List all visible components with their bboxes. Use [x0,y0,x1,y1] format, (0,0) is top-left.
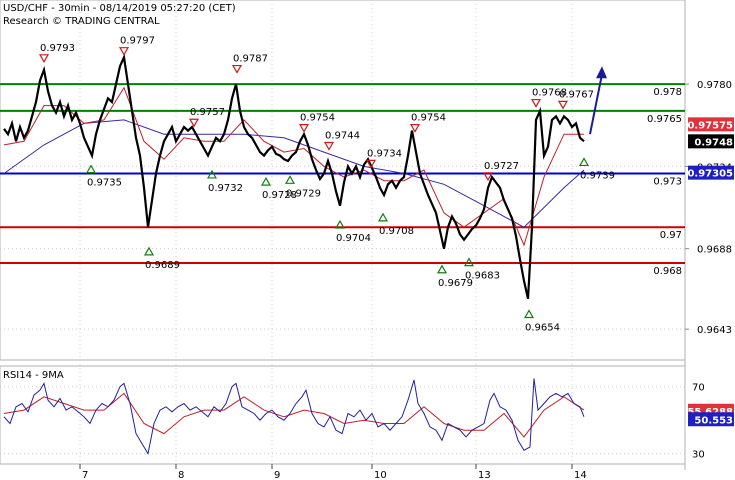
rsi-panel-title: RSI14 - 9MA [3,370,64,381]
support-label: 0.9739 [580,170,615,181]
x-tick-label: 9 [274,470,280,480]
usdchf-chart: 0.978 0.9765 0.973 0.97 0.968 0.9793 0.9797 0.… [0,0,734,480]
main-price-tag-label: 0.97305 [687,169,733,180]
support-label: 0.9708 [379,226,414,237]
level-label: 0.978 [653,87,682,98]
support-label: 0.9689 [145,260,180,271]
x-tick-label: 13 [478,470,491,480]
main-y-tick-label: 0.9643 [697,325,732,336]
resistance-label: 0.9744 [325,130,360,141]
support-label: 0.9704 [336,233,371,244]
resistance-label: 0.9793 [40,43,75,54]
resistance-label: 0.9767 [559,89,594,100]
support-label: 0.9683 [465,271,500,282]
level-label: 0.968 [653,266,682,277]
resistance-label: 0.9787 [233,54,268,65]
x-tick-label: 14 [574,470,587,480]
chart-header-source: Research © TRADING CENTRAL [3,16,160,27]
resistance-label: 0.9734 [367,148,402,159]
support-label: 0.9654 [525,322,560,333]
main-price-tag-label: 0.97575 [687,120,733,131]
support-label: 0.9735 [87,178,122,189]
x-tick-label: 10 [374,470,387,480]
rsi-plot-frame [0,365,686,465]
x-tick-label: 8 [178,470,184,480]
support-label: 0.9729 [286,188,321,199]
resistance-label: 0.9754 [411,113,446,124]
level-label: 0.9765 [647,114,682,125]
main-y-tick-label: 0.9688 [697,245,732,256]
chart-header-symbol: USD/CHF - 30min - 08/14/2019 05:27:20 (C… [3,3,236,14]
support-label: 0.9732 [208,183,243,194]
level-label: 0.973 [653,177,682,188]
level-label: 0.97 [660,230,682,241]
resistance-label: 0.9754 [300,113,335,124]
resistance-label: 0.9797 [120,36,155,47]
resistance-label: 0.9727 [484,161,519,172]
x-tick-label: 7 [82,470,88,480]
main-price-tag-label: 0.9748 [694,137,733,148]
rsi-y-tick-label: 30 [692,450,705,461]
resistance-label: 0.9757 [190,107,225,118]
rsi-y-tick-label: 70 [692,383,705,394]
rsi-value-tag-label: 50.553 [694,415,733,426]
main-y-tick-label: 0.9780 [697,80,732,91]
